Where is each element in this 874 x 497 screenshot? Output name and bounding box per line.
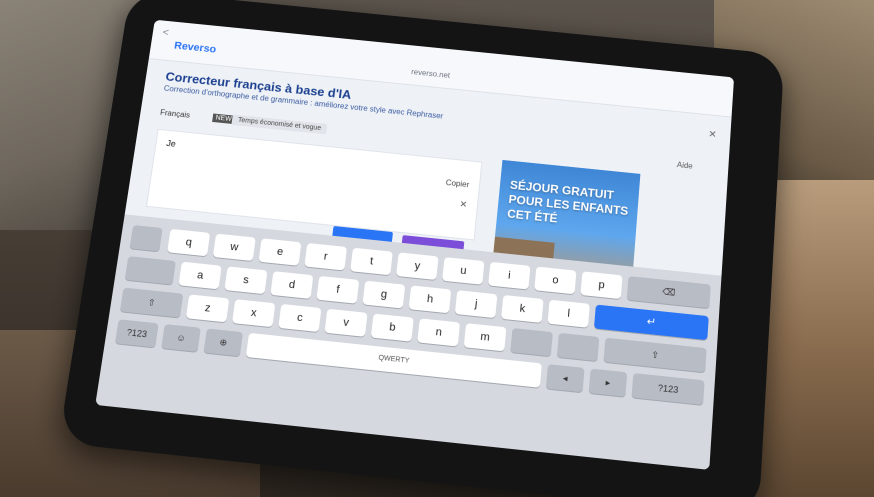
key-s[interactable]: s [224, 266, 268, 295]
feature-chip[interactable]: Temps économisé et vogue [231, 114, 328, 135]
caps-key[interactable] [124, 256, 176, 285]
key-t[interactable]: t [350, 247, 393, 276]
tablet-device: < Reverso reverso.net Correcteur françai… [58, 0, 785, 497]
key-d[interactable]: d [270, 271, 314, 299]
shift-key-right[interactable]: ⇧ [603, 337, 707, 373]
key-e[interactable]: e [258, 238, 302, 266]
shift-key-left[interactable]: ⇧ [119, 287, 184, 318]
key-q[interactable]: q [167, 228, 211, 257]
key-n[interactable]: n [417, 318, 461, 347]
key-x[interactable]: x [232, 299, 276, 328]
key-i[interactable]: i [488, 261, 531, 290]
enter-key[interactable]: ↵ [593, 304, 709, 341]
key-l[interactable]: l [547, 299, 590, 328]
key-w[interactable]: w [212, 233, 256, 262]
key-a[interactable]: a [178, 261, 222, 290]
key-z[interactable]: z [185, 294, 230, 323]
arrow-right-key[interactable]: ▸ [588, 368, 628, 397]
share-icon[interactable]: < [162, 27, 173, 39]
globe-icon[interactable]: ⊕ [203, 328, 244, 357]
backspace-key[interactable]: ⌫ [626, 276, 711, 309]
comma-key[interactable] [510, 327, 553, 357]
copy-button[interactable]: Copier [445, 178, 469, 189]
key-f[interactable]: f [316, 275, 360, 304]
key-g[interactable]: g [362, 280, 406, 309]
key-p[interactable]: p [580, 271, 623, 300]
key-r[interactable]: r [304, 242, 348, 271]
tab-key[interactable] [129, 225, 163, 252]
clear-icon[interactable]: ✕ [459, 199, 467, 210]
editor-input-value[interactable]: Je [166, 138, 177, 148]
browser-topbar: < Reverso reverso.net [148, 19, 735, 118]
key-y[interactable]: y [396, 252, 439, 281]
key-o[interactable]: o [534, 266, 577, 295]
emoji-icon[interactable]: ☺ [161, 324, 201, 352]
key-k[interactable]: k [501, 294, 544, 323]
key-u[interactable]: u [442, 257, 485, 285]
tablet-screen: < Reverso reverso.net Correcteur françai… [95, 19, 735, 470]
key-b[interactable]: b [370, 313, 414, 342]
key-h[interactable]: h [408, 285, 452, 314]
site-brand[interactable]: Reverso [173, 40, 216, 55]
arrow-left-key[interactable]: ◂ [545, 364, 585, 393]
help-link[interactable]: Aide [677, 160, 693, 170]
key-j[interactable]: j [454, 290, 498, 319]
photo-scene: < Reverso reverso.net Correcteur françai… [0, 0, 874, 497]
key-m[interactable]: m [463, 323, 507, 352]
key-c[interactable]: c [278, 303, 322, 333]
close-icon[interactable]: ✕ [708, 129, 717, 140]
numbers-key[interactable]: ?123 [114, 319, 159, 348]
language-selector[interactable]: Français [160, 108, 191, 119]
numbers-key-right[interactable]: ?123 [631, 373, 705, 405]
period-key[interactable] [556, 332, 600, 362]
key-v[interactable]: v [324, 308, 368, 337]
address-bar[interactable]: reverso.net [411, 68, 451, 80]
ad-text: SÉJOUR GRATUIT POUR LES ENFANTS CET ÉTÉ [506, 178, 629, 226]
